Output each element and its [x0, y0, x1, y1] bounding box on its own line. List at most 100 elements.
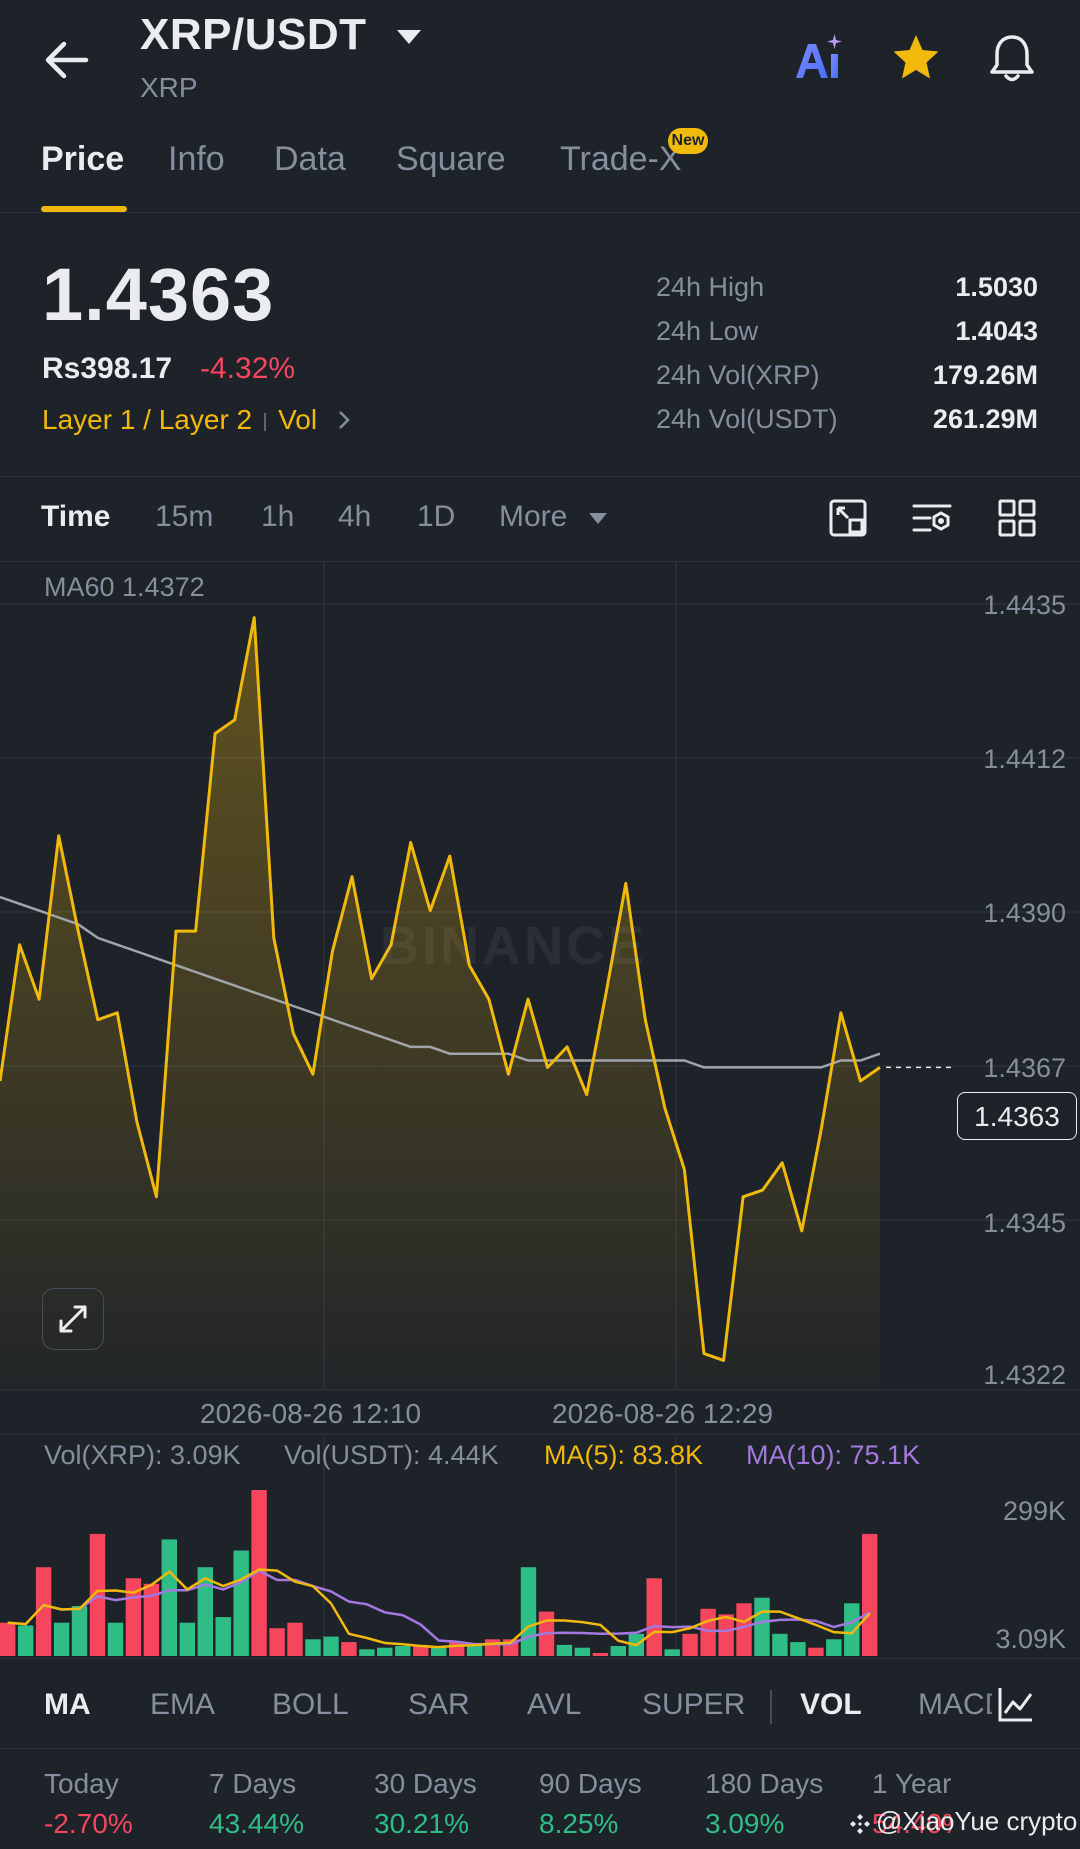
volume-bar	[484, 1639, 501, 1656]
chart-expand-icon[interactable]	[826, 496, 870, 540]
perf-value-30d: 30.21%	[374, 1808, 469, 1839]
chevron-right-icon[interactable]	[337, 406, 351, 438]
tag-layer[interactable]: Layer 1 / Layer 2	[42, 404, 252, 435]
volume-bar	[610, 1646, 626, 1656]
timeframe-4h[interactable]: 4h	[338, 500, 371, 534]
indicator-vol[interactable]: VOL	[800, 1688, 862, 1722]
tab-info[interactable]: Info	[168, 140, 225, 179]
perf-value-180d: 3.09%	[705, 1808, 785, 1839]
price-area	[0, 617, 880, 1390]
timeframe-1d[interactable]: 1D	[417, 500, 455, 534]
y-axis-label: 1.4345	[983, 1208, 1066, 1238]
current-price-tag: 1.4363	[957, 1092, 1077, 1140]
indicator-super[interactable]: SUPER	[642, 1688, 745, 1722]
stat-value-high: 1.5030	[955, 272, 1038, 302]
pair-title[interactable]: XRP/USDT	[140, 10, 366, 60]
stat-value-vol-base: 179.26M	[932, 360, 1038, 390]
fullscreen-button[interactable]	[42, 1288, 104, 1350]
ai-icon[interactable]	[790, 30, 846, 86]
indicator-boll[interactable]: BOLL	[272, 1688, 349, 1722]
indicator-ma[interactable]: MA	[44, 1688, 91, 1722]
volume-bar	[862, 1533, 878, 1656]
volume-bar	[646, 1578, 662, 1656]
tab-data[interactable]: Data	[274, 140, 346, 179]
tag-separator	[264, 412, 267, 431]
vol-axis-max: 299K	[1002, 1496, 1066, 1526]
volume-bar	[0, 1622, 16, 1656]
volume-bar	[179, 1622, 195, 1656]
price-change-percent: -4.32%	[200, 352, 296, 385]
indicator-avl[interactable]: AVL	[527, 1688, 581, 1722]
timeframe-1h[interactable]: 1h	[261, 500, 294, 534]
volume-bar	[287, 1622, 303, 1656]
timeframe-15m[interactable]: 15m	[155, 500, 213, 534]
divider	[0, 1658, 1080, 1659]
credit-label: @XiaoYue crypto	[876, 1806, 1078, 1836]
favorite-star-icon[interactable]	[888, 30, 944, 86]
ma5-label: MA(5): 83.8K	[544, 1440, 704, 1470]
divider	[0, 212, 1080, 213]
volume-bar	[844, 1603, 860, 1656]
timeframe-time[interactable]: Time	[41, 500, 110, 534]
volume-bar	[682, 1633, 698, 1656]
volume-bar	[736, 1603, 752, 1656]
volume-bar	[466, 1644, 483, 1656]
back-arrow-icon[interactable]	[40, 36, 92, 84]
chart-settings-icon[interactable]	[910, 496, 954, 540]
volume-bar	[790, 1642, 806, 1656]
timeframe-more[interactable]: More	[499, 500, 567, 534]
vol-base-label: Vol(XRP): 3.09K	[44, 1440, 241, 1470]
volume-bar	[592, 1653, 609, 1656]
tab-trade-x[interactable]: Trade-X	[560, 140, 682, 179]
volume-bar	[71, 1606, 88, 1656]
grid-layout-icon[interactable]	[995, 496, 1039, 540]
indicator-ema[interactable]: EMA	[150, 1688, 215, 1722]
volume-bar	[449, 1642, 465, 1656]
volume-bar	[556, 1644, 573, 1656]
stat-label-low: 24h Low	[656, 316, 759, 346]
indicator-macd[interactable]: MACD	[918, 1688, 992, 1722]
y-axis-label: 1.4390	[983, 898, 1066, 928]
price-chart[interactable]	[0, 562, 1080, 1677]
volume-bar	[18, 1625, 34, 1656]
vol-quote-label: Vol(USDT): 4.44K	[284, 1440, 499, 1470]
tab-price[interactable]: Price	[41, 140, 124, 179]
stat-label-high: 24h High	[656, 272, 765, 302]
volume-bar	[772, 1633, 788, 1656]
indicator-sar[interactable]: SAR	[408, 1688, 470, 1722]
volume-bar	[359, 1649, 375, 1656]
volume-bar	[431, 1647, 447, 1656]
indicator-settings-icon[interactable]	[996, 1684, 1036, 1729]
volume-bar	[161, 1539, 177, 1656]
more-dropdown-icon[interactable]	[588, 512, 608, 531]
y-axis-label: 1.4367	[983, 1053, 1066, 1083]
perf-value-7d: 43.44%	[209, 1808, 304, 1839]
volume-bar	[574, 1647, 591, 1656]
bell-icon[interactable]	[984, 30, 1040, 86]
perf-label-7d: 7 Days	[209, 1768, 297, 1799]
volume-bar	[808, 1647, 824, 1656]
y-axis-label: 1.4435	[983, 590, 1066, 620]
perf-label-30d: 30 Days	[374, 1768, 477, 1799]
volume-bar	[520, 1567, 537, 1656]
binance-watermark: BINANCE	[380, 916, 648, 976]
volume-bar	[53, 1622, 70, 1656]
volume-bar	[215, 1617, 231, 1656]
y-axis-label: 1.4412	[983, 744, 1066, 774]
last-price: 1.4363	[42, 253, 275, 336]
volume-bar	[341, 1642, 357, 1656]
perf-label-1y: 1 Year	[872, 1768, 952, 1799]
volume-bar	[323, 1636, 339, 1656]
stat-label-vol-quote: 24h Vol(USDT)	[656, 404, 838, 434]
divider	[0, 1748, 1080, 1749]
pair-dropdown-icon[interactable]	[396, 28, 422, 46]
volume-bar	[107, 1622, 124, 1656]
indicator-separator	[770, 1690, 772, 1724]
volume-bar	[269, 1628, 285, 1656]
volume-bar	[305, 1639, 321, 1656]
perf-value-today: -2.70%	[44, 1808, 133, 1839]
sector-tags[interactable]: Layer 1 / Layer 2 Vol	[42, 404, 351, 438]
volume-bar	[700, 1608, 716, 1656]
tag-vol[interactable]: Vol	[278, 404, 317, 435]
tab-square[interactable]: Square	[396, 140, 506, 179]
